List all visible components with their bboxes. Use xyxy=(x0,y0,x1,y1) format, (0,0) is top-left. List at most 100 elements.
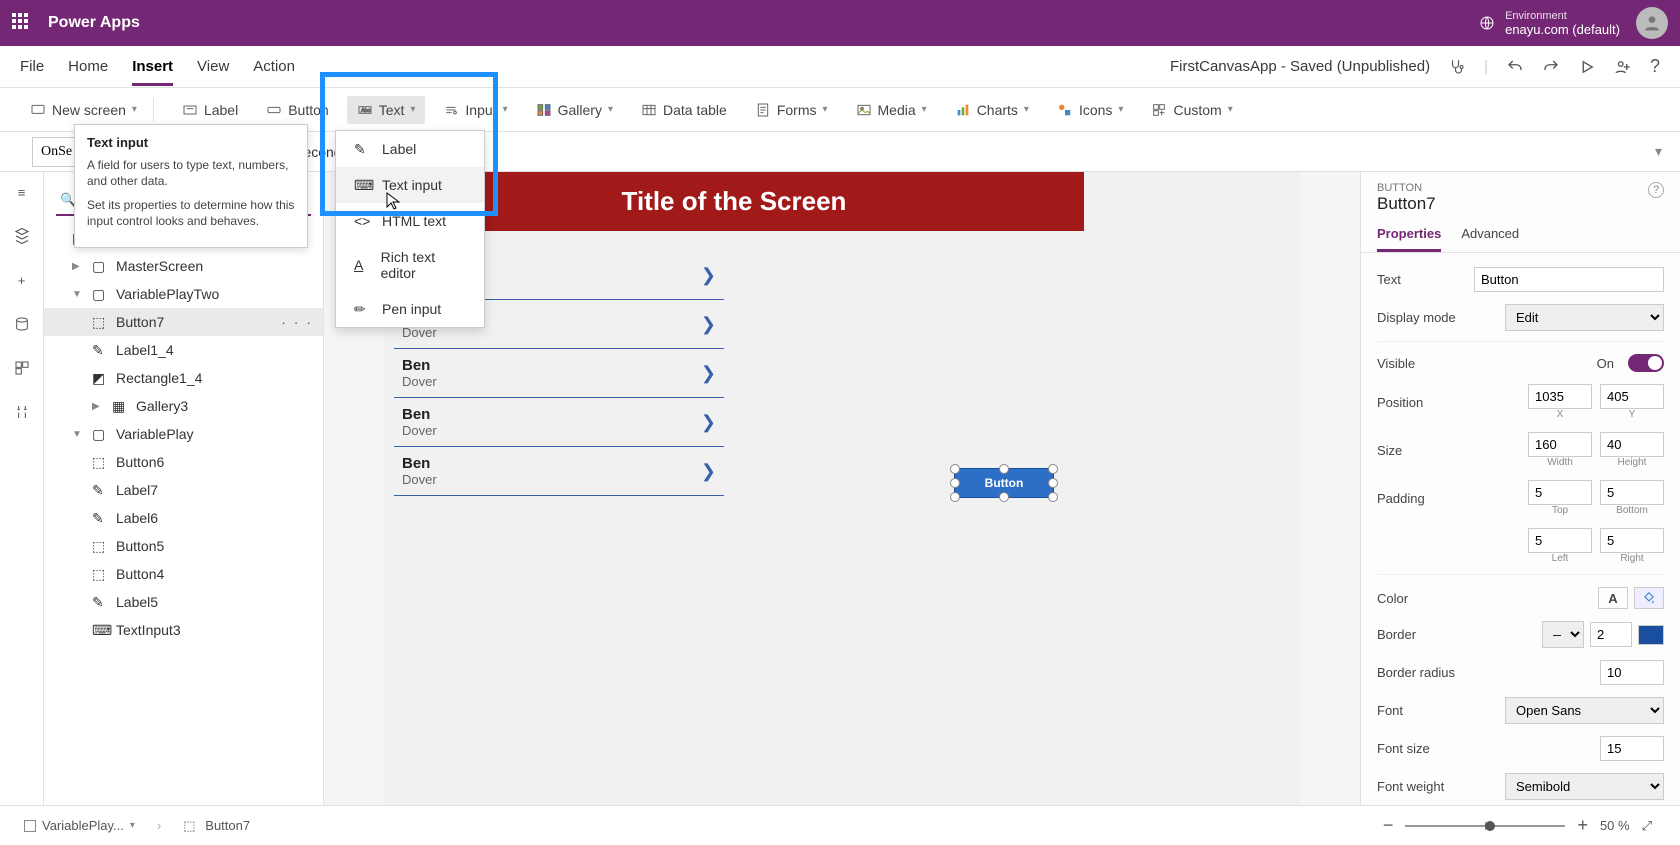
gallery-dropdown-button[interactable]: Gallery▾ xyxy=(526,96,623,124)
gallery-row[interactable]: BenDover❯ xyxy=(394,349,724,398)
tree-label14[interactable]: ✎Label1_4 xyxy=(44,336,323,364)
zoom-in-button[interactable]: + xyxy=(1577,815,1588,836)
insert-pane-icon[interactable] xyxy=(12,226,32,246)
prop-fontweight-select[interactable]: Semibold xyxy=(1505,773,1664,800)
prop-borderradius-input[interactable] xyxy=(1600,660,1664,685)
gallery-row[interactable]: BenDover❯ xyxy=(394,398,724,447)
prop-y-input[interactable] xyxy=(1600,384,1664,409)
dd-label[interactable]: ✎Label xyxy=(336,131,484,167)
dd-html-text[interactable]: <>HTML text xyxy=(336,203,484,239)
screen-title-bar[interactable]: Title of the Screen xyxy=(384,172,1084,231)
tree-variableplay[interactable]: ▼▢VariablePlay xyxy=(44,420,323,448)
media-pane-icon[interactable] xyxy=(12,358,32,378)
prop-text-input[interactable] xyxy=(1474,267,1664,292)
prop-fontsize-input[interactable] xyxy=(1600,736,1664,761)
form-icon xyxy=(755,102,771,118)
control-name: Button7 xyxy=(1377,194,1664,214)
tree-label5[interactable]: ✎Label5 xyxy=(44,588,323,616)
prop-borderstyle-select[interactable]: — xyxy=(1542,621,1584,648)
undo-icon[interactable] xyxy=(1506,58,1524,76)
app-status: FirstCanvasApp - Saved (Unpublished) xyxy=(1170,58,1430,75)
tree-label7[interactable]: ✎Label7 xyxy=(44,476,323,504)
help-icon[interactable]: ? xyxy=(1650,56,1660,77)
tree-label6[interactable]: ✎Label6 xyxy=(44,504,323,532)
tooltip-title: Text input xyxy=(87,135,295,151)
prop-padbottom-input[interactable] xyxy=(1600,480,1664,505)
custom-dropdown-button[interactable]: Custom▾ xyxy=(1141,96,1242,124)
fit-screen-icon[interactable]: ⤢ xyxy=(1642,818,1652,834)
forms-dropdown-button[interactable]: Forms▾ xyxy=(745,96,838,124)
tree-view-icon[interactable]: ≡ xyxy=(12,182,32,202)
prop-padright-input[interactable] xyxy=(1600,528,1664,553)
menu-action[interactable]: Action xyxy=(253,58,295,75)
menu-view[interactable]: View xyxy=(197,58,229,75)
more-icon[interactable]: · · · xyxy=(281,314,313,330)
panel-help-icon[interactable]: ? xyxy=(1648,182,1664,198)
expand-formula-icon[interactable]: ▾ xyxy=(1655,143,1668,160)
design-screen[interactable]: Title of the Screen BenDover❯ BenDover❯ … xyxy=(384,172,1084,496)
breadcrumb-control[interactable]: ⬚Button7 xyxy=(175,814,258,838)
prop-x-input[interactable] xyxy=(1528,384,1592,409)
table-icon xyxy=(641,102,657,118)
tree-rectangle14[interactable]: ◩Rectangle1_4 xyxy=(44,364,323,392)
prop-padtop-input[interactable] xyxy=(1528,480,1592,505)
chevron-right-icon[interactable]: ❯ xyxy=(701,363,716,384)
tree-masterscreen[interactable]: ▶▢MasterScreen xyxy=(44,252,323,280)
tab-properties[interactable]: Properties xyxy=(1377,226,1441,252)
play-icon[interactable] xyxy=(1578,58,1596,76)
environment-picker[interactable]: Environment enayu.com (default) xyxy=(1479,9,1620,37)
dd-pen-input[interactable]: ✏Pen input xyxy=(336,291,484,327)
user-avatar[interactable] xyxy=(1636,7,1668,39)
text-dropdown-button[interactable]: Abc Text▾ xyxy=(347,96,426,124)
icons-dropdown-button[interactable]: Icons▾ xyxy=(1047,96,1134,124)
tree-view-panel: 🔍 ▦App ▶▢MasterScreen ▼▢VariablePlayTwo … xyxy=(44,172,324,805)
media-dropdown-button[interactable]: Media▾ xyxy=(846,96,937,124)
breadcrumb-screen[interactable]: VariablePlay... ▾ xyxy=(16,814,143,837)
prop-padleft-input[interactable] xyxy=(1528,528,1592,553)
input-dropdown-button[interactable]: Input▾ xyxy=(433,96,517,124)
chevron-right-icon[interactable]: ❯ xyxy=(701,265,716,286)
datatable-button[interactable]: Data table xyxy=(631,96,737,124)
prop-borderwidth-input[interactable] xyxy=(1590,622,1632,647)
zoom-slider[interactable] xyxy=(1405,825,1565,827)
tree-button4[interactable]: ⬚Button4 xyxy=(44,560,323,588)
prop-visible-toggle[interactable] xyxy=(1628,354,1664,372)
tab-advanced[interactable]: Advanced xyxy=(1461,226,1519,252)
zoom-out-button[interactable]: − xyxy=(1383,815,1394,836)
data-icon[interactable] xyxy=(12,314,32,334)
stethoscope-icon[interactable] xyxy=(1448,58,1466,76)
chevron-right-icon[interactable]: ❯ xyxy=(701,461,716,482)
label-icon xyxy=(182,102,198,118)
tree-button6[interactable]: ⬚Button6 xyxy=(44,448,323,476)
dd-rich-text[interactable]: ARich text editor xyxy=(336,239,484,291)
tree-button7[interactable]: ⬚Button7· · · xyxy=(44,308,323,336)
app-launcher-icon[interactable] xyxy=(12,13,32,33)
chevron-right-icon[interactable]: ❯ xyxy=(701,314,716,335)
menu-file[interactable]: File xyxy=(20,58,44,75)
prop-textcolor-button[interactable]: A xyxy=(1598,587,1628,609)
gallery-row[interactable]: BenDover❯ xyxy=(394,447,724,496)
prop-displaymode-select[interactable]: Edit xyxy=(1505,304,1664,331)
prop-height-input[interactable] xyxy=(1600,432,1664,457)
prop-font-select[interactable]: Open Sans xyxy=(1505,697,1664,724)
share-icon[interactable] xyxy=(1614,58,1632,76)
tree-button5[interactable]: ⬚Button5 xyxy=(44,532,323,560)
tools-icon[interactable] xyxy=(12,402,32,422)
label-button[interactable]: Label xyxy=(172,96,248,124)
prop-bordercolor-button[interactable] xyxy=(1638,625,1664,645)
menu-home[interactable]: Home xyxy=(68,58,108,75)
prop-fill-button[interactable] xyxy=(1634,587,1664,609)
dd-text-input[interactable]: ⌨Text input xyxy=(336,167,484,203)
tree-variableplaytwo[interactable]: ▼▢VariablePlayTwo xyxy=(44,280,323,308)
selected-button-control[interactable]: Button xyxy=(954,468,1054,498)
button-button[interactable]: Button xyxy=(256,96,338,124)
new-screen-button[interactable]: New screen▾ xyxy=(20,92,164,128)
chevron-right-icon[interactable]: ❯ xyxy=(701,412,716,433)
add-icon[interactable]: + xyxy=(12,270,32,290)
charts-dropdown-button[interactable]: Charts▾ xyxy=(945,96,1039,124)
redo-icon[interactable] xyxy=(1542,58,1560,76)
tree-gallery3[interactable]: ▶▦Gallery3 xyxy=(44,392,323,420)
tree-textinput3[interactable]: ⌨TextInput3 xyxy=(44,616,323,644)
menu-insert[interactable]: Insert xyxy=(132,58,173,86)
prop-width-input[interactable] xyxy=(1528,432,1592,457)
